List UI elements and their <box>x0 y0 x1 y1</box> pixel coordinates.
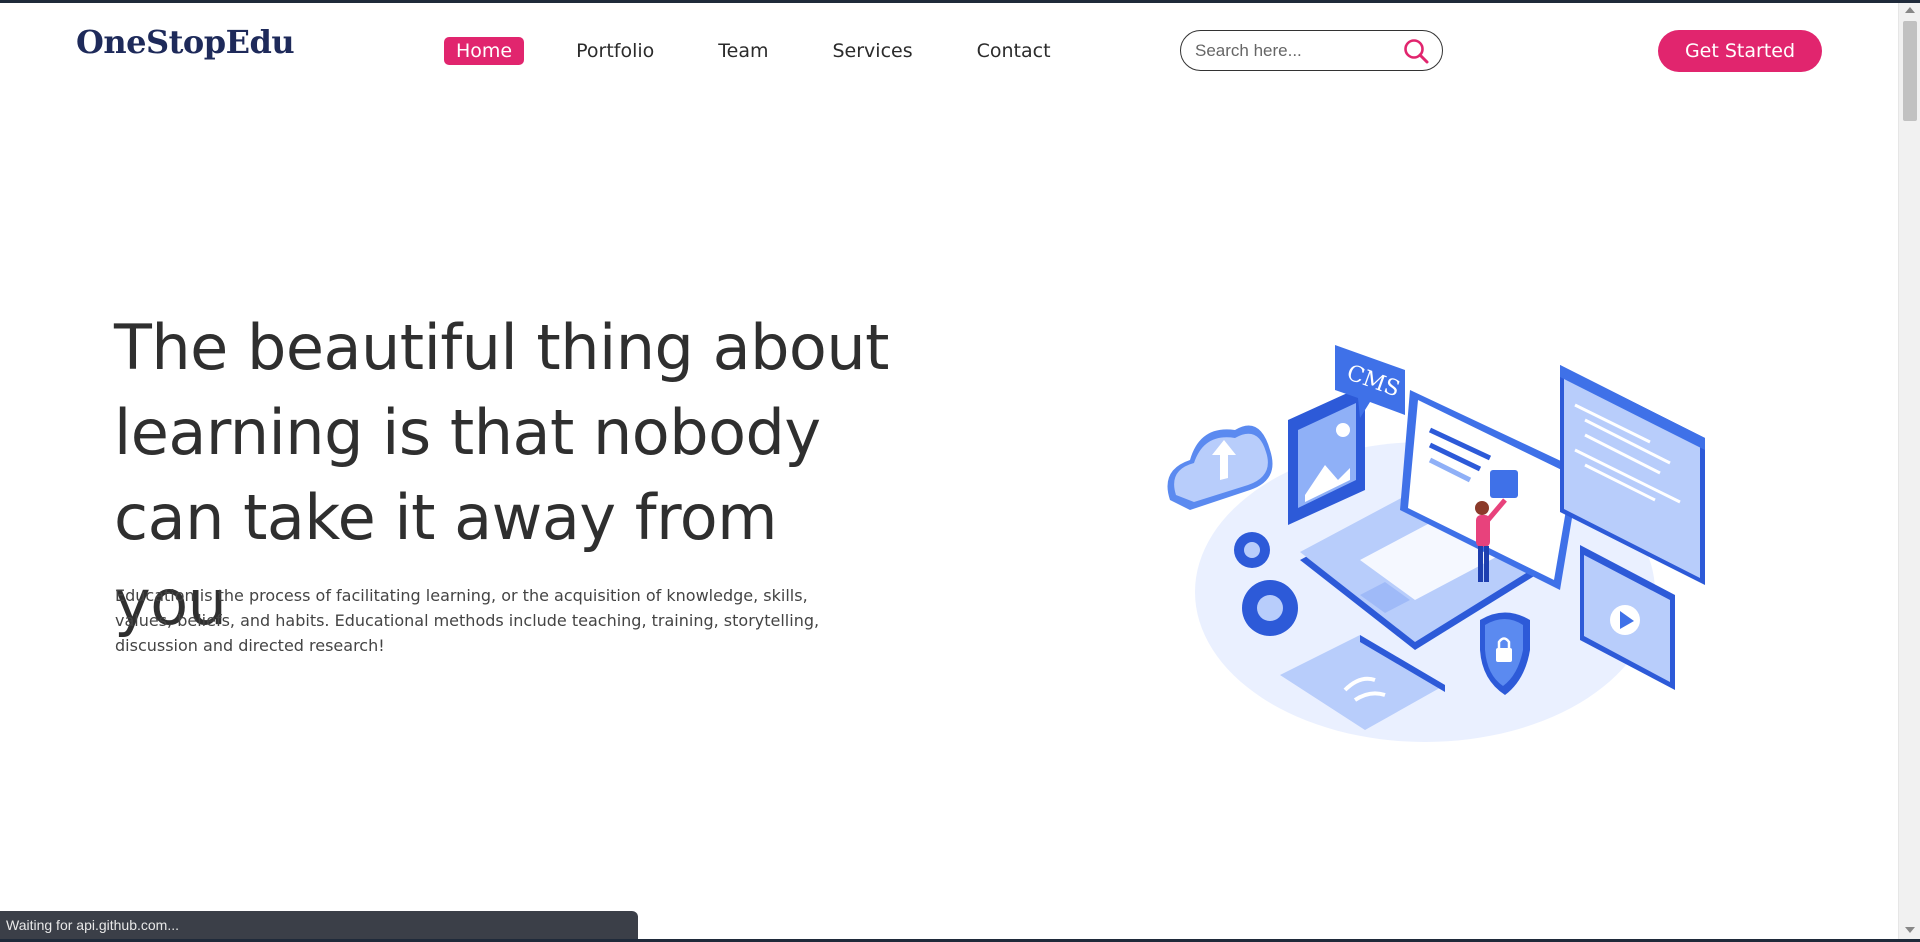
hero-illustration: CMS <box>1167 345 1705 742</box>
browser-status-bar: Waiting for api.github.com... <box>0 911 638 939</box>
nav-item-contact[interactable]: Contact <box>965 37 1063 65</box>
search-icon[interactable] <box>1402 37 1430 65</box>
page-scrollbar[interactable] <box>1898 3 1920 939</box>
hero-description: Education is the process of facilitating… <box>115 586 820 655</box>
get-started-button[interactable]: Get Started <box>1658 30 1822 72</box>
search-box <box>1180 30 1443 71</box>
nav-item-home[interactable]: Home <box>444 37 525 65</box>
search-input[interactable] <box>1195 40 1395 61</box>
nav-item-team[interactable]: Team <box>706 37 780 65</box>
scroll-up-arrow[interactable] <box>1905 7 1915 13</box>
nav-item-services[interactable]: Services <box>821 37 925 65</box>
nav-item-portfolio[interactable]: Portfolio <box>564 37 666 65</box>
scroll-down-arrow[interactable] <box>1905 927 1915 933</box>
site-header: OneStopEdu Home Portfolio Team Services … <box>0 3 1898 93</box>
scroll-thumb[interactable] <box>1903 21 1917 121</box>
main-nav: Home Portfolio Team Services Contact <box>444 36 1103 66</box>
brand-logo[interactable]: OneStopEdu <box>76 23 295 61</box>
